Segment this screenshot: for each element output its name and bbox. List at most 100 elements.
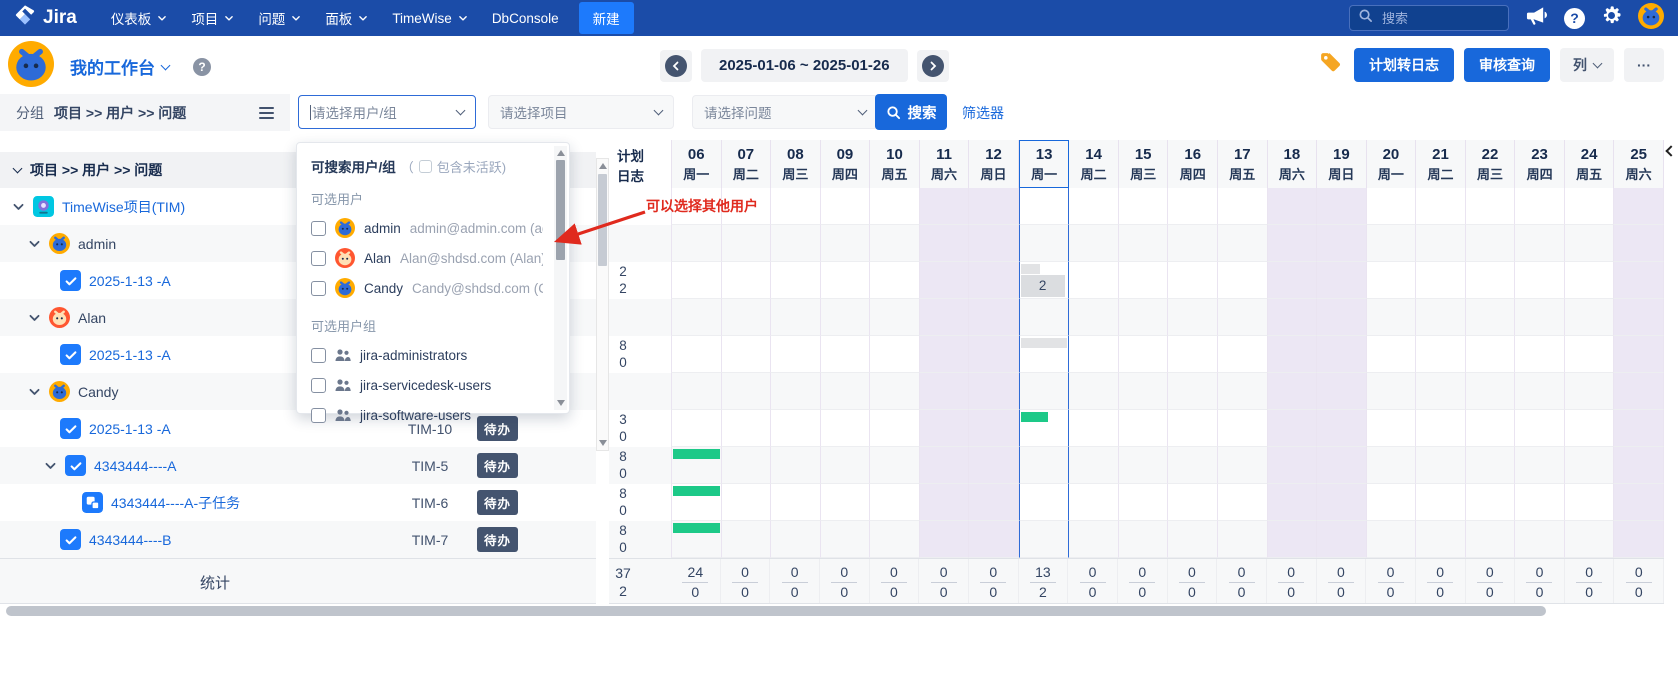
grid-cell[interactable] [722, 484, 772, 521]
grid-cell[interactable] [1069, 262, 1119, 299]
grid-cell[interactable] [771, 410, 821, 447]
grid-cell[interactable] [1019, 336, 1070, 373]
announcement-icon[interactable] [1525, 5, 1548, 31]
checkbox-checked[interactable] [60, 418, 81, 439]
grid-cell[interactable] [969, 373, 1019, 410]
grid-cell[interactable] [671, 410, 722, 447]
grid-cell[interactable] [1515, 373, 1565, 410]
group-settings-icon[interactable] [259, 107, 274, 119]
grid-cell[interactable] [722, 410, 772, 447]
help-icon[interactable]: ? [1564, 8, 1585, 29]
grid-cell[interactable] [1614, 336, 1664, 373]
date-column-header[interactable]: 08周三 [771, 140, 821, 188]
grid-cell[interactable] [1565, 299, 1615, 336]
dropdown-group-option[interactable]: jira-servicedesk-users [311, 370, 543, 400]
grid-cell[interactable] [1565, 262, 1615, 299]
grid-cell[interactable] [1268, 410, 1318, 447]
grid-cell[interactable] [1019, 373, 1070, 410]
grid-cell[interactable] [1019, 484, 1070, 521]
date-column-header[interactable]: 20周一 [1367, 140, 1417, 188]
grid-cell[interactable] [771, 188, 821, 225]
user-avatar[interactable] [1638, 3, 1664, 34]
grid-cell[interactable] [870, 225, 920, 262]
grid-cell[interactable] [920, 336, 970, 373]
grid-cell[interactable] [1317, 262, 1367, 299]
grid-cell[interactable] [1019, 410, 1070, 447]
grid-cell[interactable] [722, 225, 772, 262]
grid-cell[interactable] [1515, 410, 1565, 447]
grid-cell[interactable] [1466, 336, 1516, 373]
grid-cell[interactable] [1317, 299, 1367, 336]
grid-cell[interactable] [1218, 521, 1268, 558]
grid-cell[interactable] [969, 225, 1019, 262]
grid-cell[interactable] [1168, 521, 1218, 558]
grid-cell[interactable] [1565, 484, 1615, 521]
grid-cell[interactable] [671, 262, 722, 299]
grid-cell[interactable] [1367, 188, 1417, 225]
grid-cell[interactable] [969, 336, 1019, 373]
grid-cell[interactable] [870, 188, 920, 225]
grid-cell[interactable] [722, 447, 772, 484]
grid-cell[interactable] [1565, 336, 1615, 373]
grid-cell[interactable] [1119, 521, 1169, 558]
grid-cell[interactable] [1614, 410, 1664, 447]
nav-menu-5[interactable]: DbConsole [480, 0, 571, 36]
row-label[interactable]: 2025-1-13 -A [89, 347, 171, 363]
date-column-header[interactable]: 21周二 [1416, 140, 1466, 188]
grid-cell[interactable] [920, 299, 970, 336]
date-column-header[interactable]: 16周四 [1168, 140, 1218, 188]
grid-cell[interactable] [771, 447, 821, 484]
nav-menu-0[interactable]: 仪表板 [99, 0, 180, 36]
grid-cell[interactable] [1614, 484, 1664, 521]
user-group-select[interactable]: 请选择用户/组 [298, 95, 476, 129]
grid-cell[interactable] [1317, 447, 1367, 484]
date-column-header[interactable]: 25周六 [1614, 140, 1664, 188]
grid-cell[interactable] [1466, 447, 1516, 484]
grid-cell[interactable] [821, 336, 871, 373]
date-column-header[interactable]: 19周日 [1317, 140, 1367, 188]
grid-cell[interactable] [1416, 336, 1466, 373]
grid-cell[interactable] [1367, 262, 1417, 299]
scroll-up-icon[interactable] [599, 163, 607, 169]
issue-select[interactable]: 请选择问题 [692, 95, 878, 129]
date-column-header[interactable]: 10周五 [870, 140, 920, 188]
grid-cell[interactable] [1317, 188, 1367, 225]
next-period-button[interactable] [917, 50, 949, 82]
row-label[interactable]: 4343444----B [89, 532, 172, 548]
grid-cell[interactable] [1466, 225, 1516, 262]
grid-cell[interactable] [1416, 373, 1466, 410]
row-label[interactable]: 4343444----A-子任务 [111, 493, 240, 513]
grid-cell[interactable] [821, 299, 871, 336]
grid-cell[interactable] [1268, 484, 1318, 521]
grid-cell[interactable] [1317, 484, 1367, 521]
grid-cell[interactable] [1119, 262, 1169, 299]
grid-cell[interactable] [1515, 225, 1565, 262]
row-label[interactable]: TimeWise项目(TIM) [62, 197, 185, 217]
grid-cell[interactable] [870, 373, 920, 410]
grid-cell[interactable] [771, 225, 821, 262]
grid-cell[interactable] [1168, 410, 1218, 447]
grid-cell[interactable] [1168, 484, 1218, 521]
grid-cell[interactable] [1168, 225, 1218, 262]
grid-cell[interactable] [771, 521, 821, 558]
prev-period-button[interactable] [660, 50, 692, 82]
grid-cell[interactable] [671, 521, 722, 558]
grid-cell[interactable] [1466, 188, 1516, 225]
grid-cell[interactable] [1168, 447, 1218, 484]
date-column-header[interactable]: 13周一 [1019, 140, 1070, 188]
grid-cell[interactable] [1367, 373, 1417, 410]
grid-cell[interactable] [969, 410, 1019, 447]
grid-cell[interactable] [1019, 225, 1070, 262]
settings-gear-icon[interactable] [1601, 5, 1622, 31]
grid-cell[interactable] [1268, 299, 1318, 336]
grid-cell[interactable] [1168, 188, 1218, 225]
grid-cell[interactable] [870, 484, 920, 521]
grid-cell[interactable] [722, 336, 772, 373]
date-column-header[interactable]: 06周一 [671, 140, 722, 188]
date-column-header[interactable]: 18周六 [1268, 140, 1318, 188]
grid-cell[interactable] [1317, 225, 1367, 262]
include-inactive-checkbox[interactable] [419, 160, 432, 173]
grid-cell[interactable] [1614, 521, 1664, 558]
collapse-left-icon[interactable] [1665, 145, 1676, 156]
grid-cell[interactable] [1119, 225, 1169, 262]
